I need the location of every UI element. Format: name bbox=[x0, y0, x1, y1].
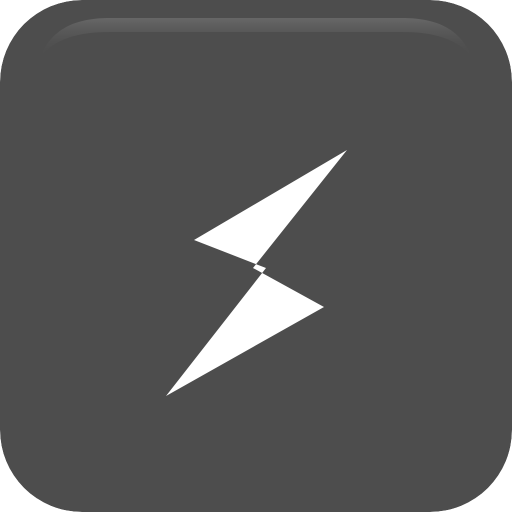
app-icon[interactable] bbox=[0, 0, 512, 512]
app-icon-graphic bbox=[0, 0, 512, 512]
